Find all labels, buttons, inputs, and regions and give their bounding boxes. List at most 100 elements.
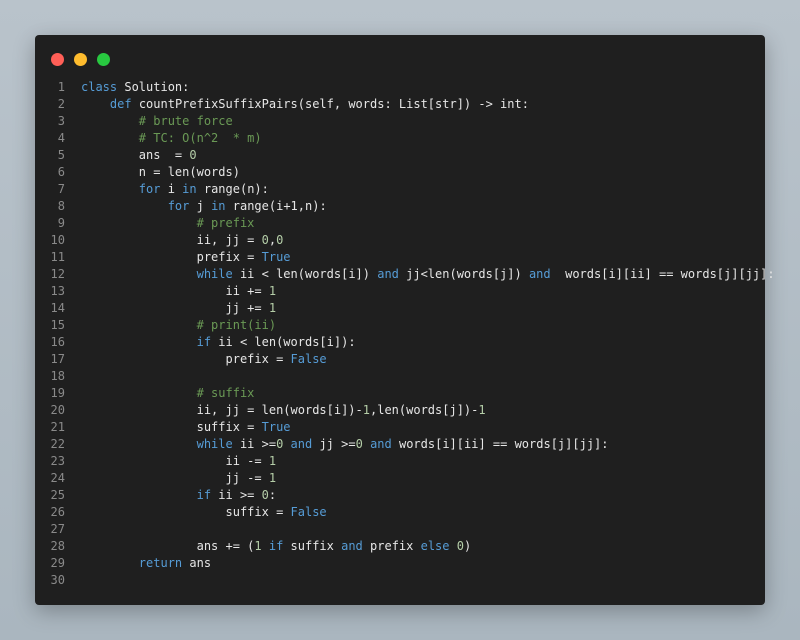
code-text: while ii >=0 and jj >=0 and words[i][ii]… — [81, 436, 609, 453]
code-token: prefix — [362, 539, 421, 553]
code-line: 29 return ans — [45, 555, 755, 572]
code-token: and — [528, 267, 551, 281]
line-number: 29 — [50, 556, 65, 570]
code-token: ii >= — [211, 488, 262, 502]
code-token: and — [370, 437, 392, 451]
code-token: # TC: O(n^2 * m) — [138, 131, 262, 145]
code-line: 7 for i in range(n): — [45, 181, 755, 198]
code-token: prefix = — [81, 352, 291, 366]
code-text: ans = 0 — [81, 147, 197, 164]
code-text: jj -= 1 — [81, 470, 276, 487]
code-line: 24 jj -= 1 — [45, 470, 755, 487]
code-line: 2 def countPrefixSuffixPairs(self, words… — [45, 96, 755, 113]
code-token: 1 — [478, 403, 486, 417]
code-token: ii -= — [81, 454, 269, 468]
code-line: 20 ii, jj = len(words[i])-1,len(words[j]… — [45, 402, 755, 419]
code-line: 8 for j in range(i+1,n): — [45, 198, 755, 215]
line-number: 19 — [50, 386, 65, 400]
code-text: prefix = True — [81, 249, 291, 266]
line-number: 12 — [50, 267, 65, 281]
code-token: ans = — [81, 148, 190, 162]
code-token: for — [167, 199, 190, 213]
code-line: 27 — [45, 521, 755, 538]
code-token: 0 — [189, 148, 197, 162]
code-token: Solution: — [117, 80, 190, 94]
line-number: 11 — [50, 250, 65, 264]
code-token: 0 — [456, 539, 464, 553]
code-line: 16 if ii < len(words[i]): — [45, 334, 755, 351]
code-line: 21 suffix = True — [45, 419, 755, 436]
code-token: range(n): — [196, 182, 269, 196]
code-token: suffix — [283, 539, 342, 553]
line-number: 28 — [50, 539, 65, 553]
code-text: # brute force — [81, 113, 233, 130]
code-line: 22 while ii >=0 and jj >=0 and words[i][… — [45, 436, 755, 453]
line-number: 6 — [57, 165, 65, 179]
code-text: # prefix — [81, 215, 255, 232]
code-line: 17 prefix = False — [45, 351, 755, 368]
close-dot-icon[interactable] — [51, 53, 64, 66]
line-number: 8 — [57, 199, 65, 213]
line-number: 23 — [50, 454, 65, 468]
line-number: 18 — [50, 369, 65, 383]
code-line: 18 — [45, 368, 755, 385]
code-token: # suffix — [196, 386, 255, 400]
code-token: , — [268, 233, 277, 247]
code-token: words[i][ii] == words[j][jj]: — [550, 267, 775, 281]
code-text: ii, jj = 0,0 — [81, 232, 284, 249]
code-token: True — [261, 250, 291, 264]
line-number: 3 — [57, 114, 65, 128]
code-token: # brute force — [138, 114, 233, 128]
code-line: 9 # prefix — [45, 215, 755, 232]
line-number: 20 — [50, 403, 65, 417]
line-number: 22 — [50, 437, 65, 451]
code-text: ii, jj = len(words[i])-1,len(words[j])-1 — [81, 402, 486, 419]
code-token: and — [290, 437, 313, 451]
code-line: 25 if ii >= 0: — [45, 487, 755, 504]
line-number: 4 — [57, 131, 65, 145]
code-text: # suffix — [81, 385, 255, 402]
code-line: 6 n = len(words) — [45, 164, 755, 181]
code-token: i — [160, 182, 183, 196]
maximize-dot-icon[interactable] — [97, 53, 110, 66]
code-token: in — [182, 182, 197, 196]
code-token: 0 — [276, 233, 284, 247]
code-token: range(i+1,n): — [225, 199, 327, 213]
code-token: ii, jj = — [81, 233, 262, 247]
line-number: 10 — [50, 233, 65, 247]
code-line: 28 ans += (1 if suffix and prefix else 0… — [45, 538, 755, 555]
code-token: suffix = — [81, 420, 262, 434]
code-line: 4 # TC: O(n^2 * m) — [45, 130, 755, 147]
code-token: and — [341, 539, 363, 553]
code-token: ii, jj = len(words[i])- — [81, 403, 363, 417]
code-text: class Solution: — [81, 79, 189, 96]
code-token: # prefix — [196, 216, 255, 230]
code-token: 0 — [261, 233, 269, 247]
code-token: if — [268, 539, 284, 553]
code-text: while ii < len(words[i]) and jj<len(word… — [81, 266, 775, 283]
code-token: in — [211, 199, 226, 213]
line-number: 25 — [50, 488, 65, 502]
code-token: return — [138, 556, 183, 570]
code-token: 1 — [268, 471, 277, 485]
code-token: suffix = — [81, 505, 291, 519]
window-controls — [51, 53, 110, 66]
code-token: ii < len(words[i]) — [232, 267, 378, 281]
code-token: True — [261, 420, 291, 434]
minimize-dot-icon[interactable] — [74, 53, 87, 66]
line-number: 21 — [50, 420, 65, 434]
line-number: 24 — [50, 471, 65, 485]
code-window: 1 class Solution: 2 def countPrefixSuffixP… — [35, 35, 775, 605]
